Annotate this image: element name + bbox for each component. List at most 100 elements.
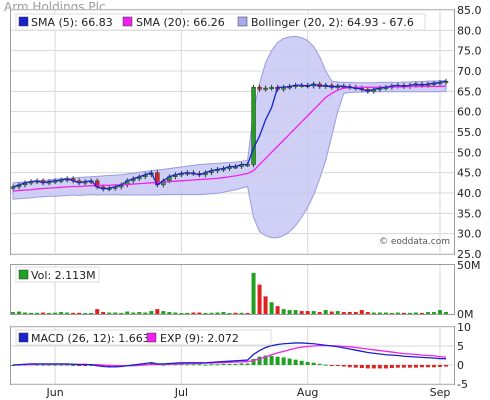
volume-bar [257, 284, 262, 314]
volume-bar [83, 313, 88, 315]
volume-bar [101, 312, 106, 314]
volume-bar [59, 312, 64, 314]
volume-bar [65, 312, 70, 314]
macd-histogram-bar [413, 365, 418, 368]
stock-chart: 85.0 80.0 75.0 70.0 65.0 60.0 55.0 50.0 45.0 40.0… [10, 4, 482, 399]
volume-bar [317, 312, 322, 314]
volume-bar [191, 312, 196, 314]
macd-y-tick: 5 [457, 340, 464, 353]
macd-histogram-bar [341, 365, 346, 367]
macd-histogram-bar [425, 365, 430, 368]
macd-histogram-bar [377, 365, 382, 369]
volume-bar [407, 312, 412, 314]
macd-histogram-bar [353, 365, 358, 368]
macd-histogram-bar [221, 363, 226, 365]
volume-bar [209, 312, 214, 314]
macd-histogram-bar [197, 364, 202, 366]
macd-histogram-bar [203, 364, 208, 366]
macd-histogram-bar [281, 357, 286, 365]
macd-histogram-bar [389, 365, 394, 369]
volume-bar [53, 312, 58, 314]
volume-bar [155, 309, 160, 314]
volume-bar [269, 302, 274, 314]
volume-bar [299, 311, 304, 314]
volume-bar [17, 311, 22, 314]
volume-bar [323, 310, 328, 314]
volume-bar [311, 311, 316, 314]
price-legend: SMA (5): 66.83 SMA (20): 66.26 Bollinger… [15, 13, 426, 31]
volume-bar [413, 312, 418, 314]
candle-body [257, 87, 262, 90]
volume-bar [185, 312, 190, 314]
price-y-tick: 70.0 [457, 65, 482, 78]
volume-bar [401, 312, 406, 314]
volume-bar [281, 309, 286, 314]
price-y-tick: 30.0 [457, 228, 482, 241]
volume-bar [125, 311, 130, 314]
legend-exp-swatch [146, 332, 157, 343]
volume-bar [41, 312, 46, 314]
volume-bar [437, 310, 442, 314]
macd-histogram-bar [245, 363, 250, 365]
volume-bar [77, 312, 82, 314]
x-tick-label: Sep [430, 386, 451, 399]
price-y-tick: 65.0 [457, 85, 482, 98]
macd-y-tick: 0 [457, 359, 464, 372]
macd-histogram-bar [311, 362, 316, 365]
volume-bar [347, 312, 352, 314]
volume-bar [11, 312, 15, 314]
macd-histogram-bar [437, 365, 442, 367]
legend-sma20-label: SMA (20): 66.26 [136, 16, 225, 29]
volume-y-tick: 50M [457, 259, 481, 272]
volume-bar [233, 312, 238, 314]
volume-bar [197, 312, 202, 314]
volume-bar [419, 313, 424, 315]
macd-histogram-bar [239, 363, 244, 365]
volume-bar [371, 312, 376, 314]
volume-bar [221, 312, 226, 314]
candle-body [263, 87, 268, 90]
legend-macd-swatch [18, 332, 29, 343]
macd-histogram-bar [359, 365, 364, 369]
volume-bar [275, 306, 280, 314]
macd-histogram-bar [383, 365, 388, 369]
volume-bar [377, 312, 382, 314]
volume-bar [431, 312, 436, 314]
volume-bar [173, 312, 178, 314]
macd-histogram-bar [185, 364, 190, 366]
macd-histogram-bar [401, 365, 406, 368]
candle-body [10, 186, 16, 189]
volume-legend: Vol: 2.113M [15, 266, 100, 283]
macd-histogram-bar [431, 365, 436, 368]
volume-bar [305, 311, 310, 314]
volume-bar [23, 312, 28, 314]
macd-histogram-bar [269, 355, 274, 365]
volume-bar [113, 312, 118, 314]
legend-bollinger-label: Bollinger (20, 2): 64.93 - 67.6 [251, 16, 414, 29]
macd-histogram-bar [71, 365, 76, 366]
price-y-tick: 40.0 [457, 187, 482, 200]
macd-histogram-bar [407, 365, 412, 368]
volume-bar [353, 312, 358, 314]
macd-histogram-bar [371, 365, 376, 369]
volume-bar [119, 313, 124, 315]
volume-y-tick: 0M [457, 308, 474, 321]
volume-bar [89, 313, 94, 315]
macd-histogram-bar [347, 365, 352, 368]
volume-bar [251, 272, 256, 314]
volume-bar [143, 312, 148, 314]
volume-bar [131, 312, 136, 314]
macd-histogram-bar [215, 364, 220, 366]
volume-bar [179, 313, 184, 315]
legend-sma5-label: SMA (5): 66.83 [31, 16, 113, 29]
volume-bar [137, 312, 142, 314]
volume-bar [425, 312, 430, 314]
volume-bar [107, 312, 112, 314]
macd-histogram-bar [299, 360, 304, 365]
legend-bollinger-swatch [237, 16, 248, 27]
macd-histogram-bar [293, 359, 298, 365]
macd-y-tick: 10 [457, 321, 471, 334]
x-tick-label: Jul [174, 386, 188, 399]
volume-bar [365, 312, 370, 314]
watermark: © eoddata.com [379, 237, 450, 247]
